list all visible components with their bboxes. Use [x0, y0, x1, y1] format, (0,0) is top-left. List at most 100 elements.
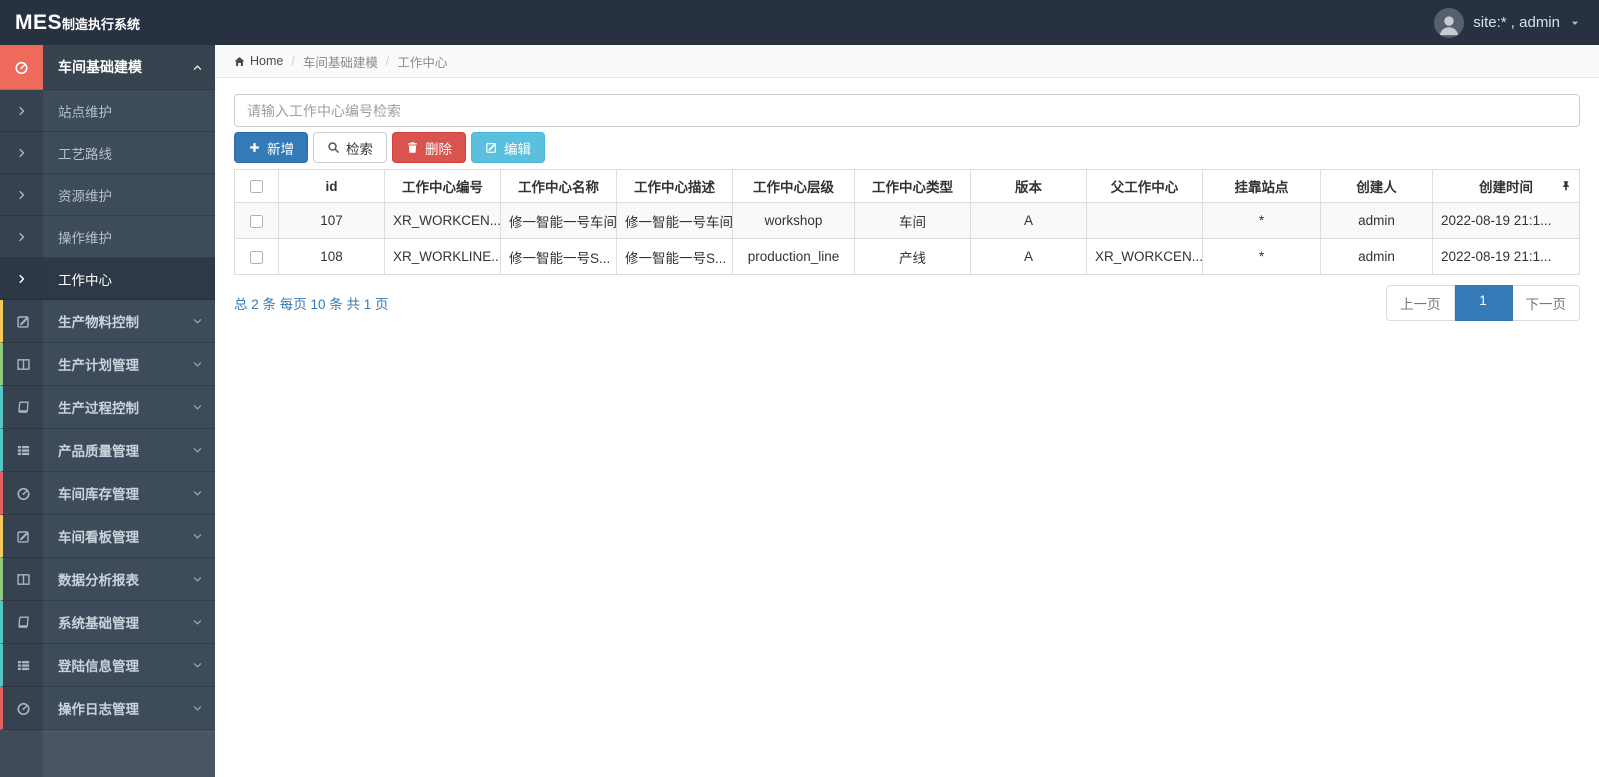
cell-col-name: 修一智能一号车间 [500, 202, 617, 239]
pin-column-icon[interactable] [1560, 180, 1572, 192]
book-icon [0, 386, 43, 429]
delete-button[interactable]: 删除 [392, 132, 466, 163]
sidebar-item-station-maintenance[interactable]: 站点维护 [0, 90, 215, 132]
edit-button[interactable]: 编辑 [471, 132, 545, 163]
column-label: 工作中心名称 [518, 180, 599, 195]
cell-col-desc: 修一智能一号车间 [616, 202, 733, 239]
table-header-col-version: 版本 [970, 169, 1087, 203]
home-icon [233, 55, 246, 68]
table-header-col-code: 工作中心编号 [384, 169, 501, 203]
next-page-button[interactable]: 下一页 [1512, 285, 1580, 321]
cell-col-creator: admin [1320, 202, 1433, 239]
sidebar-item-label: 资源维护 [58, 188, 112, 204]
sidebar-group-label: 登陆信息管理 [58, 659, 139, 674]
sidebar-group-label: 生产物料控制 [58, 315, 139, 330]
work-center-table: id 工作中心编号 工作中心名称 工作中心描述 工作中心层级 工作中心类型 版本 父工作中心 挂… [234, 169, 1580, 275]
page-1-button[interactable]: 1 [1454, 285, 1513, 321]
cell-col-station: * [1202, 238, 1321, 275]
sidebar-item-label: 工作中心 [58, 272, 112, 288]
chevron-right-icon [0, 132, 43, 174]
table-header-col-parent: 父工作中心 [1086, 169, 1203, 203]
sidebar-group-label: 生产过程控制 [58, 401, 139, 416]
sidebar-group-operation-log-management[interactable]: 操作日志管理 [0, 687, 215, 730]
sidebar-group-label: 操作日志管理 [58, 702, 139, 717]
sidebar-group-production-plan-management[interactable]: 生产计划管理 [0, 343, 215, 386]
prev-page-button[interactable]: 上一页 [1386, 285, 1455, 321]
sidebar-group-workshop-basic-modeling[interactable]: 车间基础建模 [0, 45, 215, 90]
sidebar-group-data-analysis-report[interactable]: 数据分析报表 [0, 558, 215, 601]
logo-suffix: 制造执行系统 [62, 16, 141, 32]
breadcrumb-item-current: 工作中心 [397, 55, 448, 70]
chevron-down-icon [192, 660, 203, 671]
sidebar-item-process-route[interactable]: 工艺路线 [0, 132, 215, 174]
table-row: 107 XR_WORKCEN... 修一智能一号车间 修一智能一号车间 workshop… [234, 202, 1580, 239]
sidebar-filler-icon-column [0, 730, 43, 777]
column-label: 父工作中心 [1110, 180, 1179, 195]
sidebar-group-label: 系统基础管理 [58, 616, 139, 631]
sidebar-group-production-process-control[interactable]: 生产过程控制 [0, 386, 215, 429]
sidebar-group-label: 车间看板管理 [58, 530, 139, 545]
breadcrumb-home-label: Home [250, 54, 284, 68]
sidebar-group-workshop-inventory-management[interactable]: 车间库存管理 [0, 472, 215, 515]
sidebar-item-work-center[interactable]: 工作中心 [0, 258, 215, 300]
sidebar-submenu: 站点维护工艺路线资源维护操作维护工作中心 [0, 90, 215, 300]
select-all-header-cell [234, 169, 279, 203]
sidebar-group-system-basic-management[interactable]: 系统基础管理 [0, 601, 215, 644]
chevron-down-icon [192, 488, 203, 499]
chevron-down-icon [192, 574, 203, 585]
sidebar-group-product-quality-management[interactable]: 产品质量管理 [0, 429, 215, 472]
sidebar-group-workshop-kanban-management[interactable]: 车间看板管理 [0, 515, 215, 558]
chevron-right-icon [0, 216, 43, 258]
cell-col-code: XR_WORKLINE... [384, 238, 501, 275]
breadcrumb-home[interactable]: Home [233, 54, 283, 68]
chevron-down-icon [192, 617, 203, 628]
row-checkbox[interactable] [250, 250, 263, 264]
search-button[interactable]: 检索 [313, 132, 387, 163]
columns-icon [0, 558, 43, 601]
sidebar-group-label: 产品质量管理 [58, 444, 139, 459]
sidebar-item-label: 站点维护 [58, 104, 112, 120]
row-checkbox-cell [234, 238, 279, 275]
breadcrumb-item-module[interactable]: 车间基础建模 [303, 52, 378, 71]
columns-icon [0, 343, 43, 386]
chevron-down-icon [192, 445, 203, 456]
row-checkbox-cell [234, 202, 279, 239]
toolbar: 新增 检索 删除 编辑 [234, 132, 1580, 163]
user-menu[interactable]: site:* , admin [1434, 7, 1599, 38]
sidebar-item-resource-maintenance[interactable]: 资源维护 [0, 174, 215, 216]
user-label: site:* , admin [1473, 14, 1560, 31]
list-icon [0, 429, 43, 472]
sidebar-group-label: 车间基础建模 [58, 59, 142, 75]
row-checkbox[interactable] [250, 214, 263, 228]
search-button-label: 检索 [346, 141, 373, 157]
sidebar-group-label: 车间库存管理 [58, 487, 139, 502]
select-all-checkbox[interactable] [250, 180, 263, 194]
table-header-col-station: 挂靠站点 [1202, 169, 1321, 203]
person-icon [1436, 12, 1462, 38]
sidebar: 车间基础建模 站点维护工艺路线资源维护操作维护工作中心 生产物料控制生产计划管理… [0, 45, 215, 777]
search-input[interactable] [234, 94, 1580, 127]
sidebar-filler-main [43, 730, 215, 777]
sidebar-item-label: 操作维护 [58, 230, 112, 246]
table-header-row: id 工作中心编号 工作中心名称 工作中心描述 工作中心层级 工作中心类型 版本 父工作中心 挂… [234, 169, 1580, 203]
trash-icon [406, 141, 419, 154]
cell-col-desc: 修一智能一号S... [616, 238, 733, 275]
sidebar-group-label: 数据分析报表 [58, 573, 139, 588]
table-header-col-id: id [278, 169, 385, 203]
cell-col-level: production_line [732, 238, 855, 275]
main-area: Home / 车间基础建模 / 工作中心 新增 检索 删除 编辑 [215, 45, 1599, 777]
cell-col-type: 产线 [854, 238, 971, 275]
chevron-down-icon [192, 359, 203, 370]
top-navbar: MES 制造执行系统 site:* , admin [0, 0, 1599, 45]
sidebar-filler [0, 730, 215, 777]
sidebar-group-login-info-management[interactable]: 登陆信息管理 [0, 644, 215, 687]
column-label: 工作中心描述 [634, 180, 715, 195]
table-header-col-desc: 工作中心描述 [616, 169, 733, 203]
sidebar-item-operation-maintenance[interactable]: 操作维护 [0, 216, 215, 258]
edit-icon [485, 141, 498, 154]
content: 新增 检索 删除 编辑 id 工作中心编号 工作中心名称 工作中心描述 工作中心层级 工作… [215, 78, 1599, 337]
add-button[interactable]: 新增 [234, 132, 308, 163]
avatar [1434, 7, 1465, 38]
sidebar-group-production-material-control[interactable]: 生产物料控制 [0, 300, 215, 343]
cell-col-code: XR_WORKCEN... [384, 202, 501, 239]
